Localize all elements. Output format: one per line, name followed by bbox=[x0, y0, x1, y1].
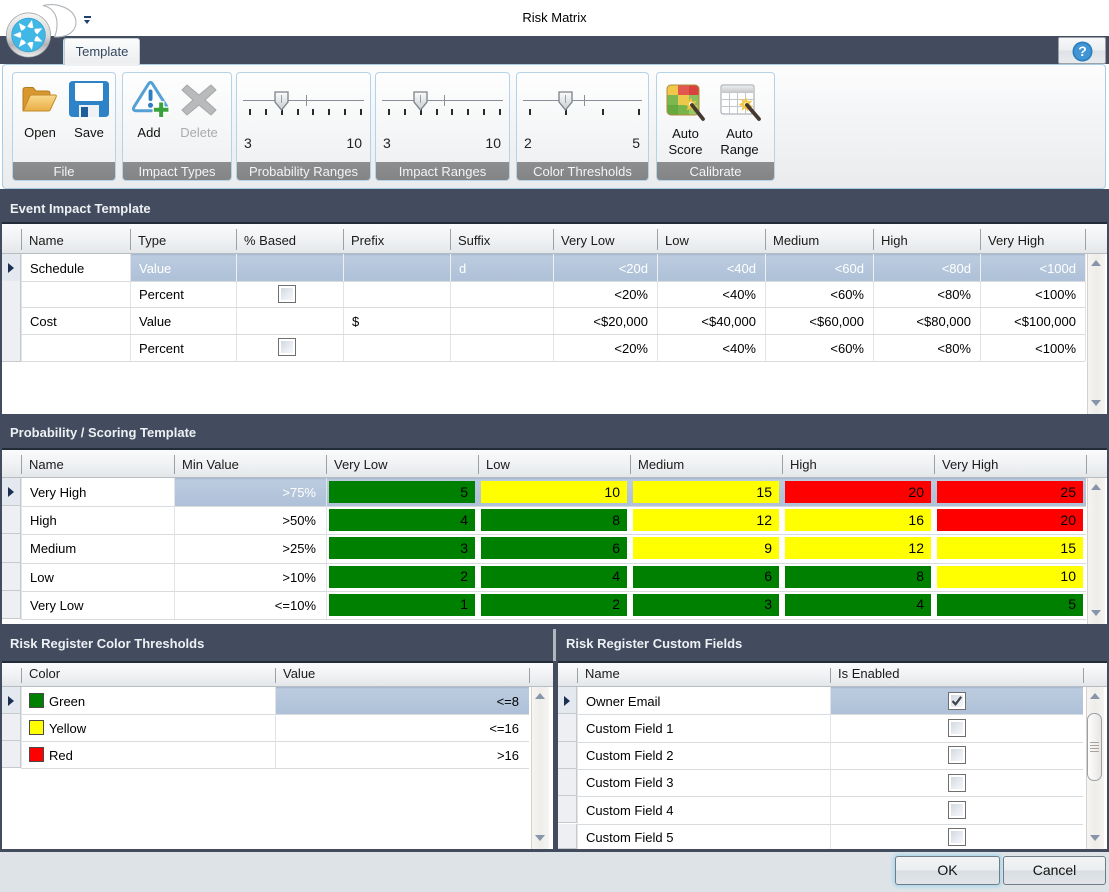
svg-text:?: ? bbox=[1078, 43, 1087, 59]
